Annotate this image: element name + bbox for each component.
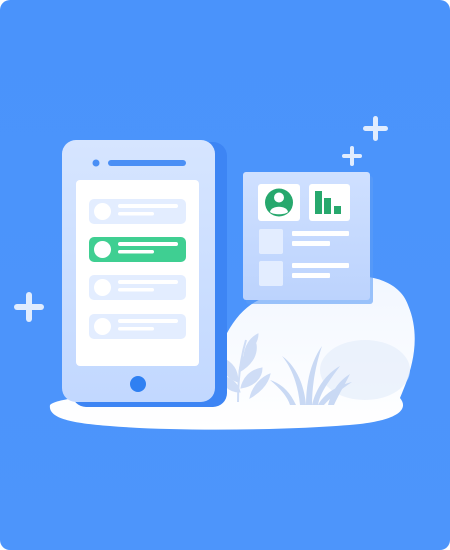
phone [62, 140, 227, 407]
list-item[interactable] [89, 314, 186, 339]
list-item[interactable] [89, 237, 186, 262]
dashboard-panel [243, 172, 373, 304]
list-item[interactable] [89, 199, 186, 224]
illustration-canvas [0, 0, 450, 550]
list-avatar-icon [94, 241, 111, 258]
chart-tile[interactable] [309, 184, 350, 221]
list-avatar-icon [94, 318, 111, 335]
list-item[interactable] [89, 275, 186, 300]
user-avatar-icon [265, 188, 293, 217]
phone-camera [92, 159, 100, 167]
list-avatar-icon [94, 279, 111, 296]
home-button[interactable] [130, 376, 146, 392]
app-illustration [0, 0, 450, 550]
phone-speaker [108, 160, 186, 166]
list-avatar-icon [94, 203, 111, 220]
user-tile[interactable] [258, 184, 300, 221]
